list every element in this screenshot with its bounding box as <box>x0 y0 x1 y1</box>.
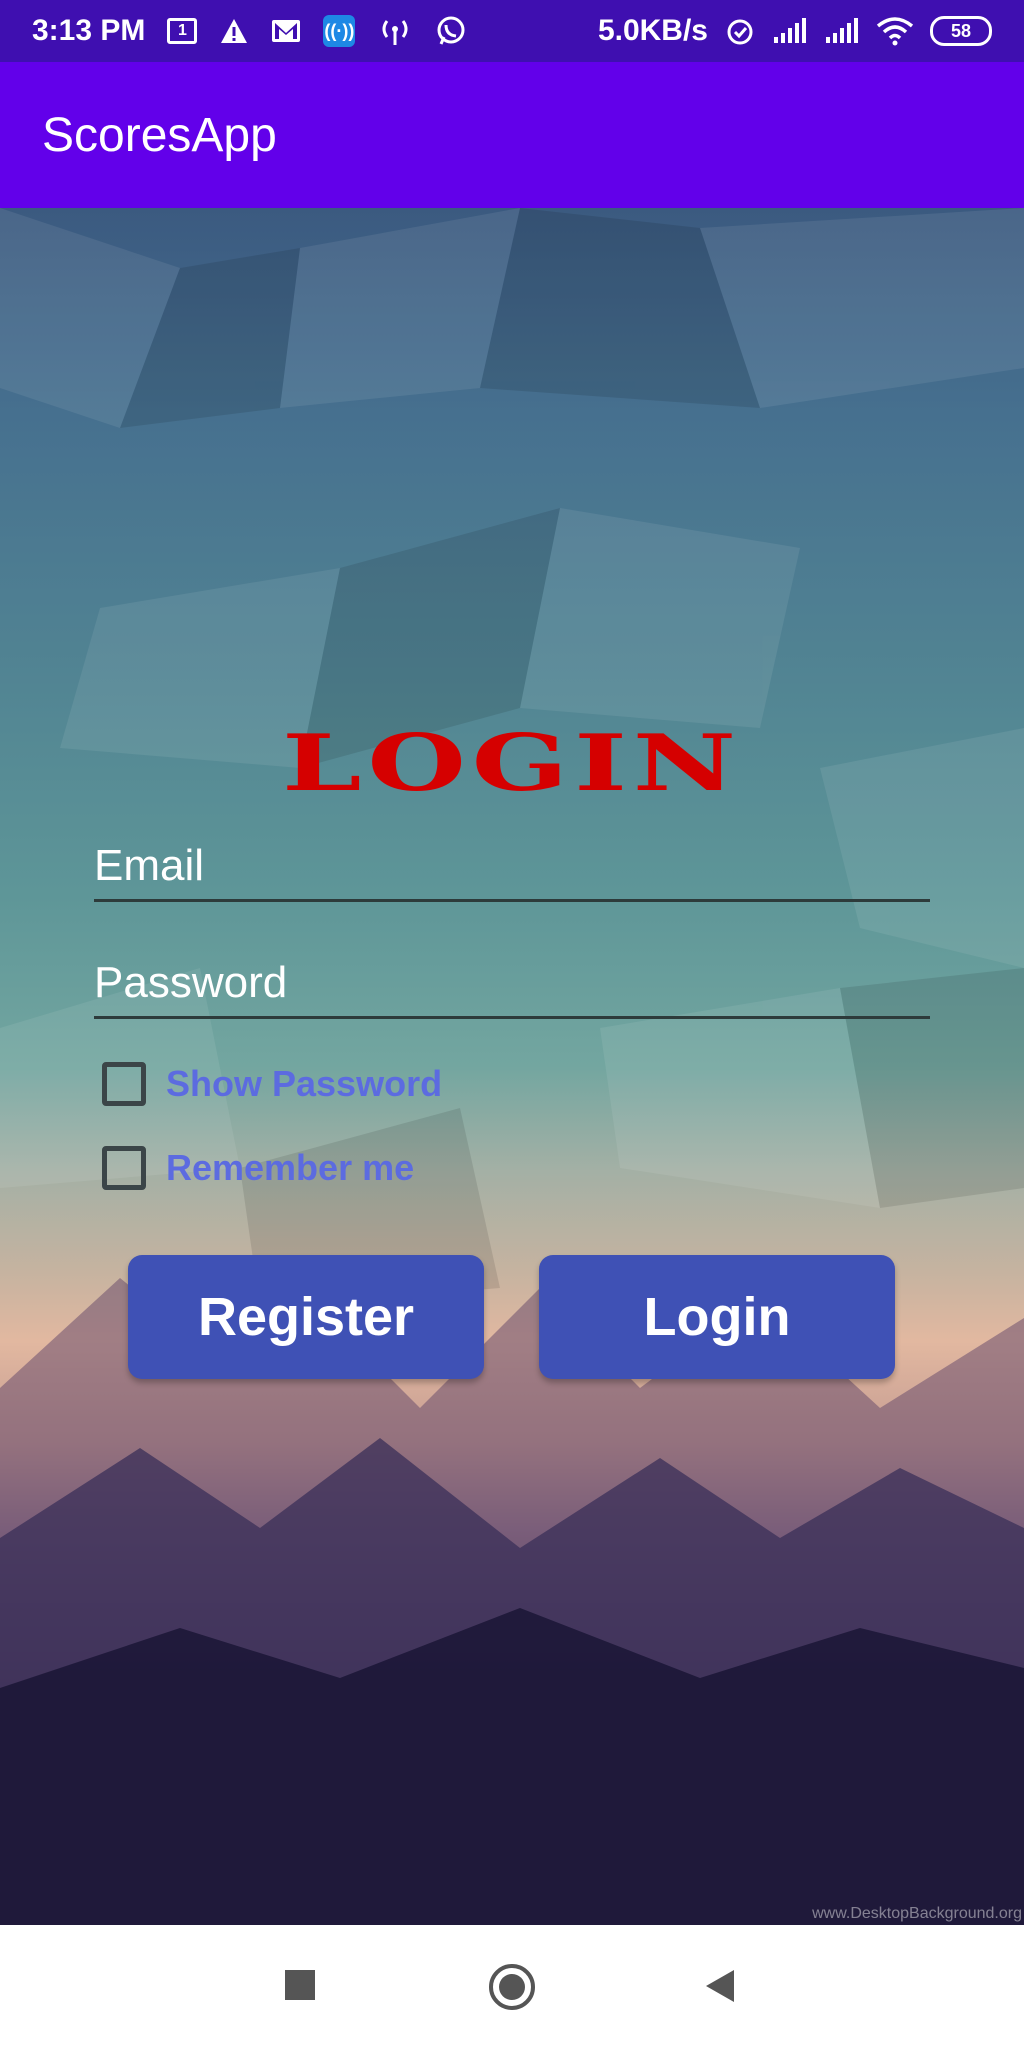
back-triangle-icon[interactable] <box>704 1969 736 2003</box>
app-title: ScoresApp <box>42 108 277 162</box>
password-field[interactable] <box>94 949 930 1019</box>
status-bar: 3:13 PM 1 ((·)) 5.0KB/s 58 <box>0 0 1024 62</box>
register-button[interactable]: Register <box>128 1255 484 1379</box>
alarm-icon <box>724 14 756 48</box>
app-bar: ScoresApp <box>0 62 1024 208</box>
network-speed: 5.0KB/s <box>597 14 708 47</box>
show-password-checkbox[interactable] <box>102 1062 146 1106</box>
recents-square-icon[interactable] <box>284 1969 316 2001</box>
sim-icon: 1 <box>167 14 198 48</box>
login-button[interactable]: Login <box>539 1255 895 1379</box>
email-input[interactable] <box>94 841 930 891</box>
remember-me-label[interactable]: Remember me <box>166 1147 414 1189</box>
whatsapp-icon <box>435 14 467 48</box>
signal-icon <box>824 14 860 48</box>
wifi-calling-icon <box>377 14 413 48</box>
remember-me-checkbox[interactable] <box>102 1146 146 1190</box>
wifi-icon <box>876 14 914 48</box>
hotspot-icon: ((·)) <box>323 14 356 48</box>
status-left: 3:13 PM 1 ((·)) <box>32 14 467 48</box>
system-nav-bar <box>0 1925 1024 2048</box>
login-heading: LOGIN <box>282 718 742 809</box>
password-input[interactable] <box>94 958 930 1008</box>
gmail-icon <box>271 14 301 48</box>
battery-icon: 58 <box>930 16 992 46</box>
show-password-label[interactable]: Show Password <box>166 1063 442 1105</box>
background-watermark: www.DesktopBackground.org <box>812 1905 1022 1922</box>
home-circle-icon[interactable] <box>488 1963 536 2011</box>
remember-me-row[interactable]: Remember me <box>102 1146 414 1190</box>
email-field[interactable] <box>94 832 930 902</box>
status-time: 3:13 PM <box>32 14 146 47</box>
show-password-row[interactable]: Show Password <box>102 1062 442 1106</box>
signal-icon <box>772 14 808 48</box>
status-right: 5.0KB/s 58 <box>598 14 992 48</box>
warning-icon <box>219 14 249 48</box>
